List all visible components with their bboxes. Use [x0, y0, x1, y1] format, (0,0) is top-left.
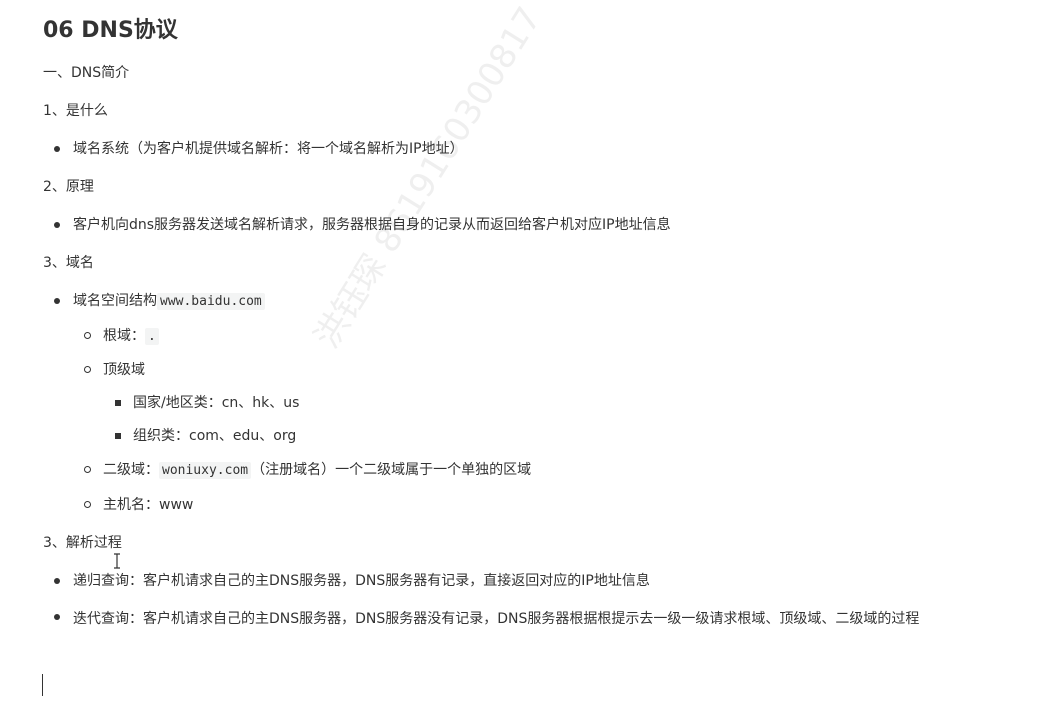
heading-resolution: 3、解析过程: [43, 535, 122, 551]
heading-what-is: 1、是什么: [43, 103, 108, 119]
list-item: 客户机向dns服务器发送域名解析请求，服务器根据自身的记录从而返回给客户机对应I…: [43, 215, 1023, 235]
list-item: 域名系统（为客户机提供域名解析：将一个域名解析为IP地址）: [43, 139, 1023, 159]
list-principle: 客户机向dns服务器发送域名解析请求，服务器根据自身的记录从而返回给客户机对应I…: [43, 215, 1023, 235]
list-item: 递归查询：客户机请求自己的主DNS服务器，DNS服务器有记录，直接返回对应的IP…: [43, 571, 1023, 591]
list-item-text: 客户机向dns服务器发送域名解析请求，服务器根据自身的记录从而返回给客户机对应I…: [73, 217, 671, 233]
list-item: 二级域： woniuxy.com （注册域名）一个二级域属于一个单独的区域: [73, 460, 1023, 481]
list-item-text: 顶级域: [103, 362, 145, 378]
inline-code: www.baidu.com: [157, 293, 265, 310]
list-item-text: 根域：: [103, 328, 145, 344]
document-body: 06 DNS协议 一、DNS简介 1、是什么 域名系统（为客户机提供域名解析：将…: [43, 0, 1023, 632]
heading-dns-intro: 一、DNS简介: [43, 65, 130, 81]
list-item: 迭代查询：客户机请求自己的主DNS服务器，DNS服务器没有记录，DNS服务器根据…: [43, 607, 1023, 632]
list-item: 国家/地区类：cn、hk、us: [103, 393, 1023, 413]
sublist-tld: 国家/地区类：cn、hk、us 组织类：com、edu、org: [103, 393, 1023, 446]
list-item-text: 递归查询：客户机请求自己的主DNS服务器，DNS服务器有记录，直接返回对应的IP…: [73, 573, 650, 589]
list-item-text: （注册域名）一个二级域属于一个单独的区域: [251, 462, 532, 478]
page-title: 06 DNS协议: [43, 18, 178, 43]
list-item-text: 主机名：www: [103, 497, 194, 513]
heading-principle: 2、原理: [43, 179, 94, 195]
list-item-text: 二级域：: [103, 462, 159, 478]
text-caret[interactable]: [42, 674, 43, 696]
list-item-text: 迭代查询：客户机请求自己的主DNS服务器，DNS服务器没有记录，DNS服务器根据…: [73, 611, 920, 627]
inline-code: .: [145, 328, 159, 345]
list-domain: 域名空间结构 www.baidu.com 根域：. 顶级域 国家/地区类：cn、h…: [43, 291, 1023, 515]
list-resolution: 递归查询：客户机请求自己的主DNS服务器，DNS服务器有记录，直接返回对应的IP…: [43, 571, 1023, 632]
sublist-domain-parts: 根域：. 顶级域 国家/地区类：cn、hk、us 组织类：com、edu、org…: [73, 326, 1023, 515]
list-item: 根域：.: [73, 326, 1023, 347]
list-item-text: 国家/地区类：cn、hk、us: [133, 395, 300, 411]
list-item-text: 组织类：com、edu、org: [133, 428, 297, 444]
list-item: 主机名：www: [73, 495, 1023, 515]
list-item: 组织类：com、edu、org: [103, 426, 1023, 446]
inline-code: woniuxy.com: [159, 462, 252, 479]
list-item: 顶级域 国家/地区类：cn、hk、us 组织类：com、edu、org: [73, 360, 1023, 446]
list-item-text: 域名空间结构: [73, 293, 157, 309]
list-item-text: 域名系统（为客户机提供域名解析：将一个域名解析为IP地址）: [73, 141, 464, 157]
text-cursor-icon: [114, 553, 120, 569]
list-what-is: 域名系统（为客户机提供域名解析：将一个域名解析为IP地址）: [43, 139, 1023, 159]
list-item: 域名空间结构 www.baidu.com 根域：. 顶级域 国家/地区类：cn、h…: [43, 291, 1023, 515]
heading-domain: 3、域名: [43, 255, 94, 271]
